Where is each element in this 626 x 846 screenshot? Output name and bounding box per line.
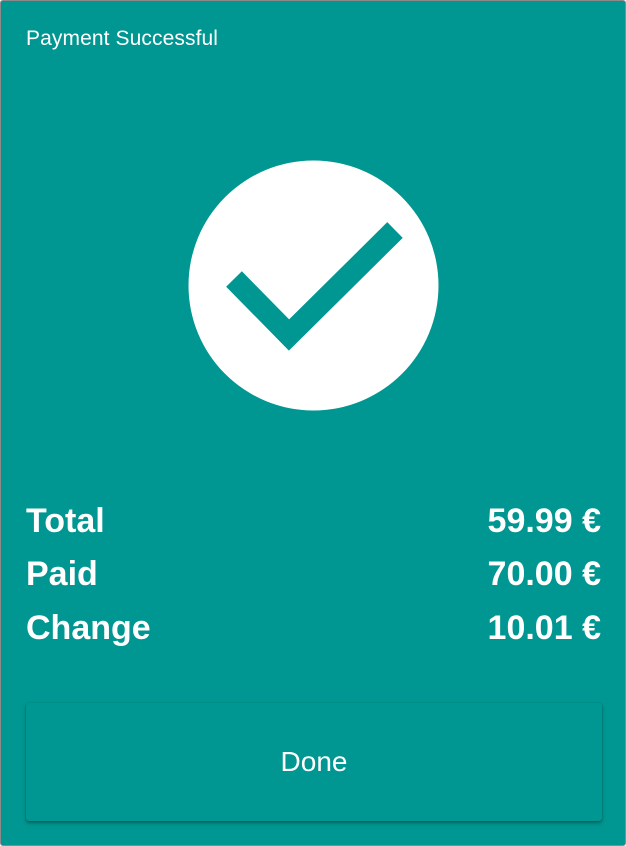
total-label: Total bbox=[26, 501, 105, 540]
paid-label: Paid bbox=[26, 555, 98, 594]
total-value: 59.99 € bbox=[487, 501, 601, 540]
dialog-title: Payment Successful bbox=[26, 27, 219, 50]
check-circle-icon bbox=[188, 160, 439, 411]
summary-row-total: Total 59.99 € bbox=[26, 494, 601, 548]
change-value: 10.01 € bbox=[487, 608, 601, 647]
paid-value: 70.00 € bbox=[487, 555, 601, 594]
payment-success-dialog: Payment Successful Total 59.99 € Paid 70… bbox=[0, 0, 626, 846]
summary-row-paid: Paid 70.00 € bbox=[26, 548, 601, 602]
payment-summary: Total 59.99 € Paid 70.00 € Change 10.01 … bbox=[26, 494, 601, 655]
change-label: Change bbox=[26, 608, 151, 647]
summary-row-change: Change 10.01 € bbox=[26, 601, 601, 655]
done-button[interactable]: Done bbox=[26, 703, 602, 821]
